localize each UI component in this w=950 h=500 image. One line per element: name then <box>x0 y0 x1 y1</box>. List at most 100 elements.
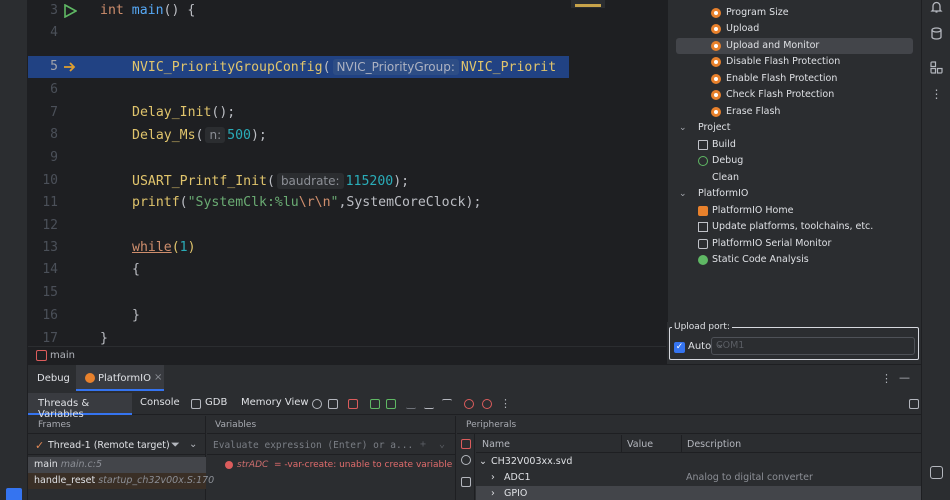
structure-icon[interactable] <box>930 61 943 74</box>
code-line: 13 while(1) <box>28 237 569 259</box>
task-upload[interactable]: Upload <box>676 21 913 37</box>
task-disable-flash-protection[interactable]: Disable Flash Protection <box>676 54 913 70</box>
more-options-icon[interactable]: ⋮ <box>930 88 943 101</box>
task-platformio-home[interactable]: PlatformIO Home <box>676 203 913 219</box>
parameter-hint: NVIC_PriorityGroup: <box>332 59 459 75</box>
group-project[interactable]: ⌄ Project <box>676 120 913 136</box>
resume-icon[interactable] <box>370 399 380 409</box>
tab-console[interactable]: Console <box>140 397 180 408</box>
line-number: 16 <box>42 308 58 323</box>
breadcrumb: main <box>28 346 666 364</box>
code-text: int main() { <box>100 3 196 18</box>
mute-breakpoints-icon[interactable] <box>482 399 492 409</box>
copy-icon[interactable] <box>461 477 471 487</box>
filter-icon[interactable]: ⏷ <box>171 438 180 452</box>
peripheral-row[interactable]: › ADC1 Analog to digital converter <box>476 470 921 486</box>
chevron-down-icon: ⌄ <box>679 189 687 199</box>
view-breakpoints-icon[interactable] <box>464 399 474 409</box>
more-options-icon[interactable]: ⋮ <box>881 372 892 385</box>
task-enable-flash-protection[interactable]: Enable Flash Protection <box>676 71 913 87</box>
code-line: 12 <box>28 215 569 237</box>
peripheral-settings-icon[interactable] <box>461 439 471 449</box>
debug-toolbar: Threads & Variables Console GDB Memory V… <box>28 393 921 420</box>
task-check-flash-protection[interactable]: Check Flash Protection <box>676 87 913 103</box>
tab-gdb[interactable]: GDB <box>205 397 227 408</box>
stop-icon[interactable] <box>348 399 358 409</box>
home-icon <box>698 206 708 216</box>
task-update-platforms[interactable]: Update platforms, toolchains, etc. <box>676 219 913 235</box>
code-text: Delay_Ms(n: 500); <box>132 127 267 143</box>
tab-memory-view[interactable]: Memory View <box>241 397 309 408</box>
upload-port-legend: Upload port: <box>674 322 730 332</box>
layout-icon[interactable] <box>909 399 919 409</box>
variable-row[interactable]: strADC = -var-create: unable to create v… <box>207 457 455 473</box>
peripherals-side-toolbar <box>457 434 475 500</box>
column-divider <box>681 435 682 453</box>
auto-checkbox[interactable]: ✓ <box>674 342 685 353</box>
tab-platformio-session[interactable]: PlatformIO × <box>76 365 164 391</box>
add-watch-icon[interactable]: + <box>420 439 426 450</box>
line-number: 15 <box>42 285 58 300</box>
notifications-icon[interactable] <box>930 1 943 14</box>
task-static-code-analysis[interactable]: Static Code Analysis <box>676 252 913 268</box>
frame-row[interactable]: main main.c:5 <box>28 457 206 473</box>
left-tool-strip <box>0 0 28 500</box>
platformio-icon <box>711 41 721 51</box>
restore-layout-icon[interactable] <box>328 399 338 409</box>
task-upload-and-monitor[interactable]: Upload and Monitor <box>676 38 913 54</box>
frames-pane: Frames ✓ Thread-1 (Remote target) ⏷ ⌄ ma… <box>28 416 214 500</box>
parameter-hint: baudrate: <box>276 173 344 189</box>
serial-icon <box>698 239 708 249</box>
check-icon: ✓ <box>35 439 45 452</box>
error-stripe-marker[interactable] <box>571 0 605 8</box>
peripheral-row[interactable]: ⌄ CH32V003xx.svd <box>476 454 921 470</box>
port-select[interactable]: COM1 ⌄ <box>711 337 915 355</box>
peripheral-row[interactable]: › GPIO <box>476 486 921 500</box>
code-text: USART_Printf_Init(baudrate: 115200); <box>132 173 410 189</box>
step-into-icon[interactable] <box>424 399 434 409</box>
chevron-down-icon[interactable]: ⌄ <box>189 439 197 450</box>
task-serial-monitor[interactable]: PlatformIO Serial Monitor <box>676 236 913 252</box>
code-line: 6 <box>28 79 569 101</box>
platformio-icon <box>85 373 95 383</box>
chevron-down-icon: ⌄ <box>716 339 725 350</box>
column-name[interactable]: Name <box>482 439 510 450</box>
terminal-icon[interactable] <box>930 466 943 479</box>
pause-icon[interactable] <box>386 399 396 409</box>
chevron-right-icon: › <box>491 488 495 499</box>
code-editor[interactable]: 3 int main() { 4 5 NVIC_PriorityGroupCon… <box>28 0 569 346</box>
line-number: 5 <box>50 59 58 74</box>
terminal-toolwindow-icon[interactable] <box>6 488 22 500</box>
function-icon <box>36 350 47 361</box>
more-options-icon[interactable]: ⋮ <box>500 398 511 409</box>
task-erase-flash[interactable]: Erase Flash <box>676 104 913 120</box>
task-build[interactable]: Build <box>676 137 913 153</box>
code-line: 11 printf("SystemClk:%lu\r\n",SystemCore… <box>28 192 569 214</box>
task-clean[interactable]: Clean <box>676 170 913 186</box>
group-platformio[interactable]: ⌄ PlatformIO <box>676 186 913 202</box>
breadcrumb-item-main[interactable]: main <box>50 350 75 361</box>
task-debug[interactable]: Debug <box>676 153 913 169</box>
line-number: 6 <box>50 82 58 97</box>
column-description[interactable]: Description <box>687 439 741 450</box>
task-program-size[interactable]: Program Size <box>676 5 913 21</box>
database-icon[interactable] <box>930 27 943 40</box>
rerun-icon[interactable] <box>312 399 322 409</box>
step-over-icon[interactable] <box>406 399 416 409</box>
expand-icon[interactable]: ⌄ <box>439 439 445 450</box>
refresh-icon[interactable] <box>461 455 471 465</box>
platformio-icon <box>711 24 721 34</box>
platformio-tasks-panel: Program Size Upload Upload and Monitor D… <box>667 0 921 322</box>
close-icon[interactable]: × <box>154 372 162 383</box>
thread-selector[interactable]: ✓ Thread-1 (Remote target) ⏷ ⌄ <box>28 435 206 455</box>
column-value[interactable]: Value <box>627 439 653 450</box>
line-number: 9 <box>50 150 58 165</box>
frame-row[interactable]: handle_reset startup_ch32v00x.S:170 <box>28 473 214 489</box>
step-out-icon[interactable] <box>442 399 452 409</box>
minimize-icon[interactable]: — <box>899 371 910 384</box>
run-gutter-icon[interactable] <box>63 4 77 18</box>
tab-threads-variables[interactable]: Threads & Variables <box>28 393 132 420</box>
debug-icon <box>698 156 708 166</box>
platformio-icon <box>711 90 721 100</box>
evaluate-expression-field[interactable]: Evaluate expression (Enter) or a... + ⌄ <box>207 435 455 455</box>
